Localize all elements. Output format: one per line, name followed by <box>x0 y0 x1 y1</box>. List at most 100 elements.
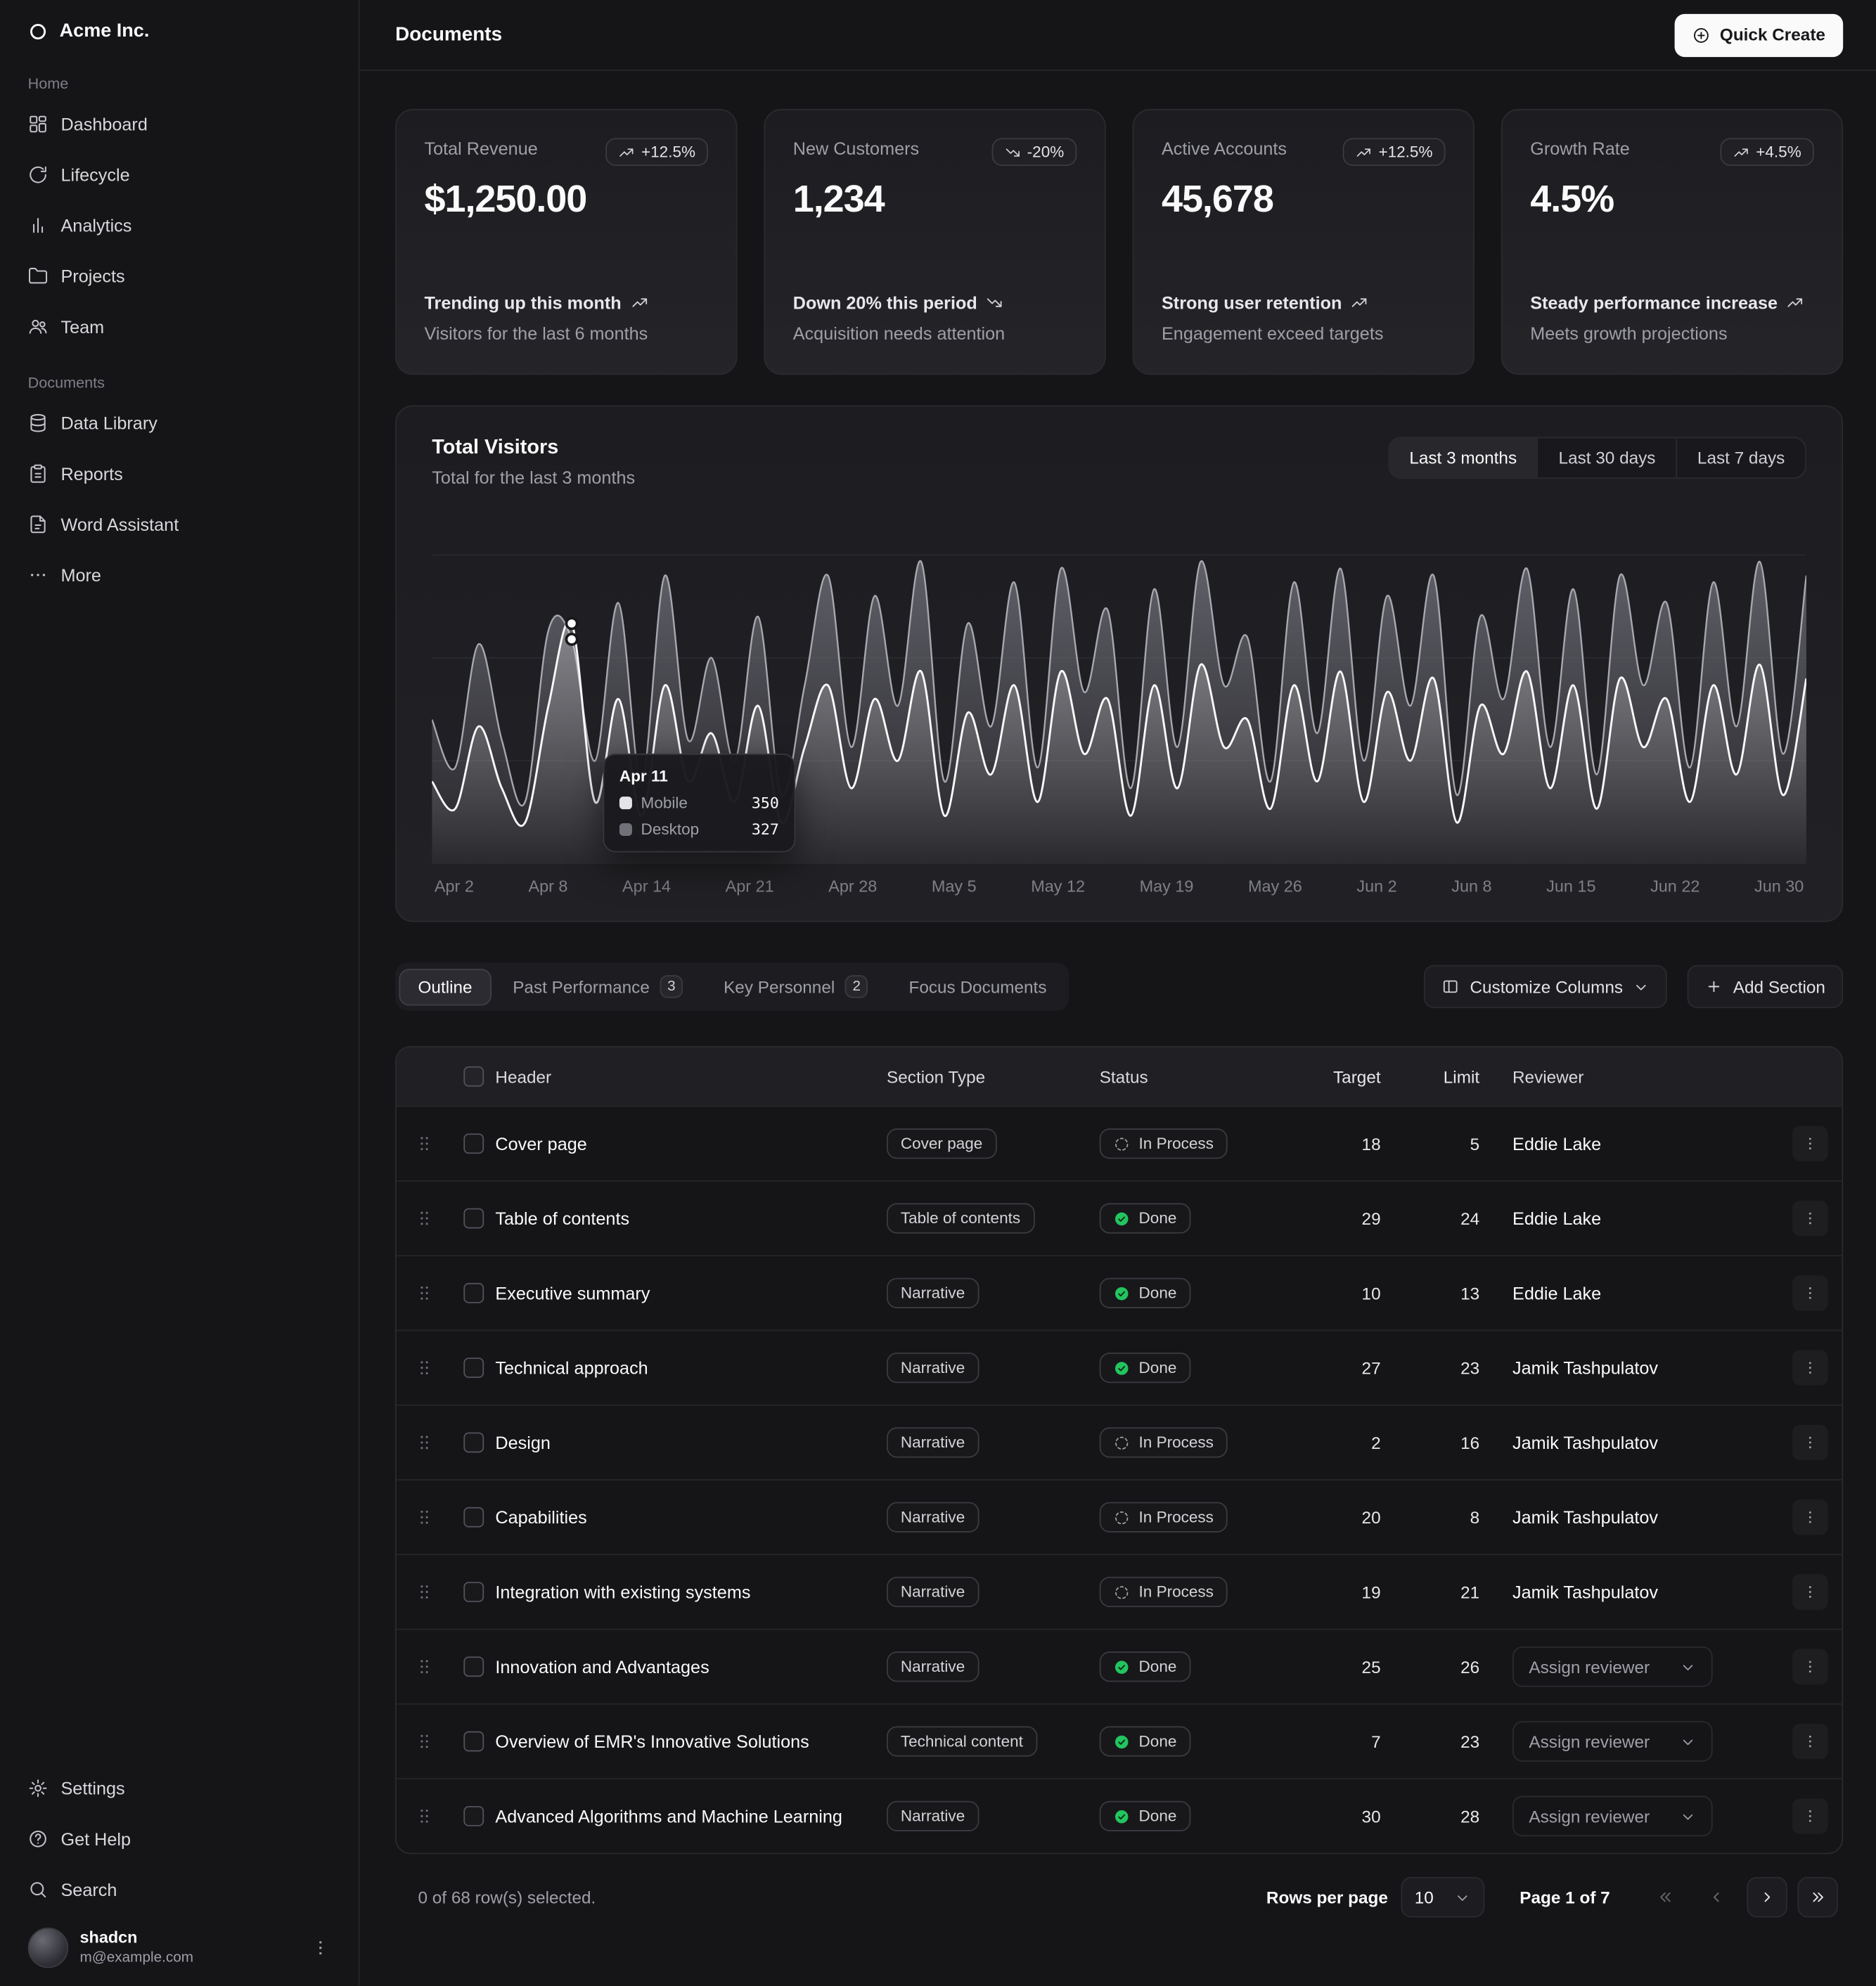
drag-handle[interactable] <box>397 1732 452 1752</box>
drag-handle[interactable] <box>397 1358 452 1378</box>
drag-handle[interactable] <box>397 1133 452 1154</box>
row-target[interactable]: 20 <box>1302 1508 1414 1527</box>
row-limit[interactable]: 26 <box>1413 1657 1512 1676</box>
row-target[interactable]: 29 <box>1302 1209 1414 1228</box>
quick-create-button[interactable]: Quick Create <box>1674 13 1843 56</box>
sidebar-item-dashboard[interactable]: Dashboard <box>18 103 340 146</box>
x-tick: May 12 <box>1031 877 1085 896</box>
row-header[interactable]: Capabilities <box>495 1507 887 1528</box>
row-limit[interactable]: 13 <box>1413 1284 1512 1303</box>
range-last-3-months[interactable]: Last 3 months <box>1389 438 1537 477</box>
row-checkbox[interactable] <box>463 1432 484 1452</box>
row-target[interactable]: 30 <box>1302 1807 1414 1826</box>
sidebar-item-get-help[interactable]: Get Help <box>18 1817 340 1860</box>
row-target[interactable]: 27 <box>1302 1358 1414 1377</box>
row-limit[interactable]: 5 <box>1413 1134 1512 1153</box>
sidebar-item-reports[interactable]: Reports <box>18 452 340 495</box>
previous-page-button[interactable] <box>1696 1877 1737 1918</box>
row-actions-button[interactable] <box>1792 1126 1827 1161</box>
row-header[interactable]: Overview of EMR's Innovative Solutions <box>495 1732 887 1752</box>
sidebar-item-lifecycle[interactable]: Lifecycle <box>18 153 340 196</box>
row-limit[interactable]: 24 <box>1413 1209 1512 1228</box>
range-last-30-days[interactable]: Last 30 days <box>1537 438 1676 477</box>
row-checkbox[interactable] <box>463 1208 484 1229</box>
row-actions-button[interactable] <box>1792 1724 1827 1759</box>
row-target[interactable]: 18 <box>1302 1134 1414 1153</box>
row-header[interactable]: Innovation and Advantages <box>495 1656 887 1677</box>
row-checkbox[interactable] <box>463 1283 484 1303</box>
row-header[interactable]: Advanced Algorithms and Machine Learning <box>495 1806 887 1826</box>
next-page-button[interactable] <box>1747 1877 1787 1918</box>
row-limit[interactable]: 23 <box>1413 1732 1512 1751</box>
sidebar-item-data-library[interactable]: Data Library <box>18 401 340 444</box>
row-target[interactable]: 10 <box>1302 1284 1414 1303</box>
chevron-right-icon <box>1758 1888 1775 1906</box>
row-limit[interactable]: 8 <box>1413 1508 1512 1527</box>
tab-past-performance[interactable]: Past Performance 3 <box>494 967 702 1007</box>
row-checkbox[interactable] <box>463 1358 484 1378</box>
reports-icon <box>28 463 49 484</box>
assign-reviewer-select[interactable]: Assign reviewer <box>1512 1646 1713 1687</box>
row-header[interactable]: Executive summary <box>495 1283 887 1303</box>
row-target[interactable]: 7 <box>1302 1732 1414 1751</box>
customize-columns-button[interactable]: Customize Columns <box>1425 965 1668 1008</box>
tab-key-personnel[interactable]: Key Personnel 2 <box>705 967 887 1007</box>
row-actions-button[interactable] <box>1792 1500 1827 1535</box>
row-header[interactable]: Cover page <box>495 1133 887 1154</box>
assign-reviewer-select[interactable]: Assign reviewer <box>1512 1796 1713 1837</box>
sections-table: Header Section Type Status Target Limit … <box>395 1046 1843 1854</box>
user-menu-ellipsis-icon[interactable] <box>310 1937 330 1958</box>
first-page-button[interactable] <box>1645 1877 1686 1918</box>
row-checkbox[interactable] <box>463 1806 484 1826</box>
assign-reviewer-select[interactable]: Assign reviewer <box>1512 1721 1713 1762</box>
row-actions-button[interactable] <box>1792 1201 1827 1236</box>
row-actions-button[interactable] <box>1792 1649 1827 1684</box>
select-all-checkbox[interactable] <box>463 1066 484 1087</box>
sidebar-item-settings[interactable]: Settings <box>18 1767 340 1810</box>
drag-handle[interactable] <box>397 1208 452 1229</box>
row-actions-button[interactable] <box>1792 1425 1827 1460</box>
drag-handle[interactable] <box>397 1582 452 1602</box>
row-target[interactable]: 19 <box>1302 1582 1414 1601</box>
tab-focus-documents[interactable]: Focus Documents <box>889 968 1065 1005</box>
row-limit[interactable]: 16 <box>1413 1433 1512 1452</box>
drag-handle[interactable] <box>397 1432 452 1452</box>
add-section-button[interactable]: Add Section <box>1688 965 1843 1008</box>
user-menu[interactable]: shadcn m@example.com <box>18 1919 340 1971</box>
rows-per-page-select[interactable]: 10 <box>1401 1877 1484 1918</box>
workspace-switcher[interactable]: Acme Inc. <box>18 13 340 49</box>
drag-handle[interactable] <box>397 1507 452 1528</box>
row-actions-button[interactable] <box>1792 1350 1827 1385</box>
row-header[interactable]: Table of contents <box>495 1208 887 1229</box>
row-checkbox[interactable] <box>463 1582 484 1602</box>
last-page-button[interactable] <box>1797 1877 1838 1918</box>
row-checkbox[interactable] <box>463 1656 484 1677</box>
drag-handle[interactable] <box>397 1656 452 1677</box>
row-actions-button[interactable] <box>1792 1275 1827 1310</box>
row-checkbox[interactable] <box>463 1732 484 1752</box>
drag-handle[interactable] <box>397 1806 452 1826</box>
row-checkbox[interactable] <box>463 1507 484 1528</box>
sidebar-item-team[interactable]: Team <box>18 305 340 348</box>
row-limit[interactable]: 28 <box>1413 1807 1512 1826</box>
row-limit[interactable]: 21 <box>1413 1582 1512 1601</box>
chart-plot[interactable]: Apr 11 Mobile 350 Desktop 327 Apr 2Apr 8… <box>432 520 1806 895</box>
sidebar-item-more[interactable]: More <box>18 553 340 596</box>
tab-outline[interactable]: Outline <box>399 968 491 1005</box>
range-last-7-days[interactable]: Last 7 days <box>1676 438 1805 477</box>
row-header[interactable]: Design <box>495 1432 887 1452</box>
row-actions-button[interactable] <box>1792 1798 1827 1833</box>
sidebar-item-analytics[interactable]: Analytics <box>18 204 340 247</box>
row-limit[interactable]: 23 <box>1413 1358 1512 1377</box>
drag-handle[interactable] <box>397 1283 452 1303</box>
sidebar-item-word-assistant[interactable]: Word Assistant <box>18 503 340 546</box>
row-checkbox[interactable] <box>463 1133 484 1154</box>
row-target[interactable]: 25 <box>1302 1657 1414 1676</box>
row-header[interactable]: Integration with existing systems <box>495 1582 887 1602</box>
row-target[interactable]: 2 <box>1302 1433 1414 1452</box>
chart-head-text: Total Visitors Total for the last 3 mont… <box>432 437 635 488</box>
row-actions-button[interactable] <box>1792 1574 1827 1609</box>
sidebar-item-projects[interactable]: Projects <box>18 254 340 297</box>
row-header[interactable]: Technical approach <box>495 1358 887 1378</box>
sidebar-item-search[interactable]: Search <box>18 1868 340 1911</box>
